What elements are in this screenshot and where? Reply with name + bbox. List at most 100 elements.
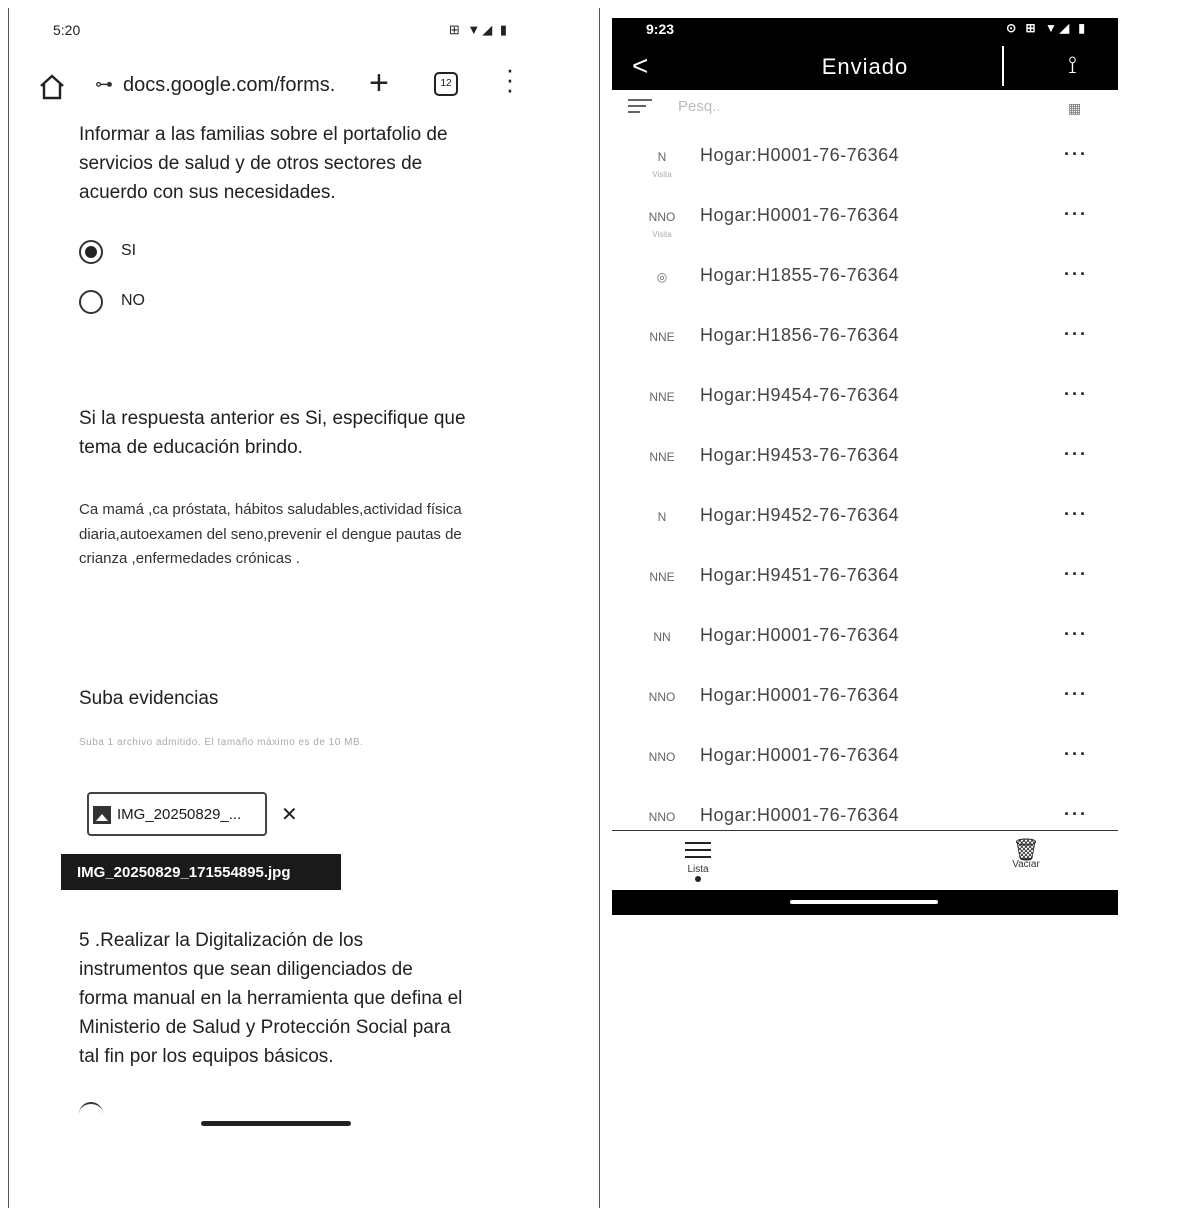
question-title: 5 .Realizar la Digitalización de los ins… [79, 930, 463, 1067]
upload-hint: Suba 1 archivo admitido. El tamaño máxim… [79, 737, 364, 748]
more-options-icon[interactable]: ··· [1064, 684, 1088, 705]
status-time: 9:23 [646, 21, 675, 37]
search-input[interactable]: Pesq.. [678, 98, 721, 115]
record-code: N [657, 150, 667, 164]
more-options-icon[interactable]: ··· [1064, 564, 1088, 585]
bottom-navigation: Lista 🗑 Vaciar [612, 830, 1118, 890]
more-options-icon[interactable]: ··· [1064, 384, 1088, 405]
record-label: Hogar:H9453-76-76364 [700, 445, 900, 465]
record-subtitle: Visita [652, 230, 672, 239]
status-bar: 9:23 ⊙ ⊞ ▼◢ ▮ [612, 18, 1118, 42]
list-toolbar: Pesq.. ▦ [612, 90, 1118, 130]
home-icon[interactable] [37, 72, 67, 102]
list-item[interactable]: NNE Hogar:H1856-76-76364 ··· [612, 318, 1118, 378]
record-code: NNO [648, 210, 676, 224]
site-settings-icon[interactable]: ⊶ [95, 74, 113, 95]
file-name-tooltip: IMG_20250829_171554895.jpg [61, 854, 341, 890]
sent-records-list: N Visita Hogar:H0001-76-76364 ··· NNO Visita H… [612, 138, 1118, 830]
record-code: NN [653, 630, 671, 644]
more-options-icon[interactable]: ··· [1064, 444, 1088, 465]
question-title: Si la respuesta anterior es Si, especifi… [79, 408, 466, 458]
list-icon [685, 842, 711, 866]
url-field[interactable]: docs.google.com/forms. [123, 74, 335, 97]
answer-text-field[interactable]: Ca mamá ,ca próstata, hábitos saludables… [79, 498, 479, 572]
more-options-icon[interactable]: ··· [1064, 804, 1088, 825]
radio-button[interactable] [79, 290, 103, 314]
qr-code-icon[interactable]: ▦ [1068, 100, 1081, 117]
status-time: 5:20 [53, 22, 81, 38]
record-label: Hogar:H1856-76-76364 [700, 325, 900, 345]
radio-label: NO [121, 292, 145, 309]
record-subtitle: Visita [652, 170, 672, 179]
more-options-icon[interactable]: ··· [1064, 264, 1088, 285]
tab-lista[interactable]: Lista [678, 837, 718, 882]
more-options-icon[interactable]: ··· [1064, 204, 1088, 225]
tab-label: Vaciar [1012, 859, 1040, 870]
more-options-icon[interactable]: ··· [1064, 624, 1088, 645]
list-item[interactable]: NNO Visita Hogar:H0001-76-76364 ··· [612, 198, 1118, 258]
list-item[interactable]: ◎ Hogar:H1855-76-76364 ··· [612, 258, 1118, 318]
record-code: NNO [648, 810, 676, 824]
google-forms-screen: 5:20 ⊞ ▼◢ ▮ ⊶ docs.google.com/forms. + 1… [8, 8, 600, 1208]
list-item[interactable]: NNO Hogar:H0001-76-76364 ··· [612, 678, 1118, 738]
tab-switcher-button[interactable]: 12 [434, 72, 458, 96]
status-bar: 5:20 ⊞ ▼◢ ▮ [53, 22, 509, 42]
record-label: Hogar:H0001-76-76364 [700, 745, 900, 765]
question-title: Informar a las familias sobre el portafo… [79, 124, 448, 203]
filter-icon[interactable] [628, 99, 652, 117]
header-divider [1002, 46, 1004, 86]
sync-icon[interactable]: ⟟ [1068, 52, 1077, 80]
record-code: NNE [649, 450, 675, 464]
record-label: Hogar:H0001-76-76364 [700, 805, 900, 825]
record-label: Hogar:H0001-76-76364 [700, 685, 900, 705]
record-label: Hogar:H0001-76-76364 [700, 625, 900, 645]
status-icons: ⊞ ▼◢ ▮ [448, 22, 509, 37]
list-item[interactable]: NNE Hogar:H9451-76-76364 ··· [612, 558, 1118, 618]
browser-toolbar: ⊶ docs.google.com/forms. + 12 · · · [37, 56, 529, 110]
image-file-icon [93, 806, 111, 824]
record-label: Hogar:H0001-76-76364 [700, 145, 900, 165]
radio-label: SI [121, 242, 137, 259]
list-item[interactable]: N Visita Hogar:H0001-76-76364 ··· [612, 138, 1118, 198]
tab-vaciar[interactable]: 🗑 Vaciar [1006, 837, 1046, 871]
tab-label: Lista [687, 864, 709, 875]
more-options-icon[interactable]: ··· [1064, 744, 1088, 765]
record-code: NNO [648, 750, 676, 764]
gesture-handle [790, 900, 938, 904]
record-code: N [657, 510, 667, 524]
active-indicator [695, 876, 701, 882]
radio-button[interactable] [79, 1102, 103, 1126]
record-label: Hogar:H0001-76-76364 [700, 205, 900, 225]
trash-icon: 🗑 [1012, 837, 1040, 862]
upload-question-title: Suba evidencias [79, 688, 219, 709]
status-icons: ⊙ ⊞ ▼◢ ▮ [1006, 21, 1088, 35]
record-code: NNE [649, 330, 675, 344]
more-options-icon[interactable]: ··· [1064, 144, 1088, 165]
record-label: Hogar:H9452-76-76364 [700, 505, 900, 525]
record-label: Hogar:H1855-76-76364 [700, 265, 900, 285]
radio-button-checked[interactable] [79, 240, 103, 264]
list-item[interactable]: NN Hogar:H0001-76-76364 ··· [612, 618, 1118, 678]
list-item[interactable]: NNE Hogar:H9454-76-76364 ··· [612, 378, 1118, 438]
sent-list-screen: 9:23 ⊙ ⊞ ▼◢ ▮ < Enviado ⟟ Pesq.. ▦ N Visi… [612, 18, 1118, 915]
record-code: NNO [648, 690, 676, 704]
new-tab-icon[interactable]: + [369, 64, 389, 103]
record-label: Hogar:H9454-76-76364 [700, 385, 900, 405]
app-header: < Enviado ⟟ [612, 42, 1118, 90]
record-label: Hogar:H9451-76-76364 [700, 565, 900, 585]
list-item[interactable]: N Hogar:H9452-76-76364 ··· [612, 498, 1118, 558]
page-title: Enviado [821, 54, 909, 79]
list-item[interactable]: NNO Hogar:H0001-76-76364 ··· [612, 798, 1118, 830]
gesture-handle [201, 1121, 351, 1126]
list-item[interactable]: NNE Hogar:H9453-76-76364 ··· [612, 438, 1118, 498]
record-code: NNE [649, 570, 675, 584]
file-name: IMG_20250829_... [117, 806, 242, 823]
more-options-icon[interactable]: ··· [1064, 324, 1088, 345]
remove-file-icon[interactable]: ✕ [281, 802, 298, 827]
more-options-icon[interactable]: ··· [1064, 504, 1088, 525]
record-code: ◎ [656, 270, 668, 284]
list-item[interactable]: NNO Hogar:H0001-76-76364 ··· [612, 738, 1118, 798]
system-nav-bar [612, 890, 1118, 915]
uploaded-file-chip[interactable]: IMG_20250829_... [87, 792, 267, 836]
overflow-menu-icon[interactable]: · · · [505, 56, 515, 102]
